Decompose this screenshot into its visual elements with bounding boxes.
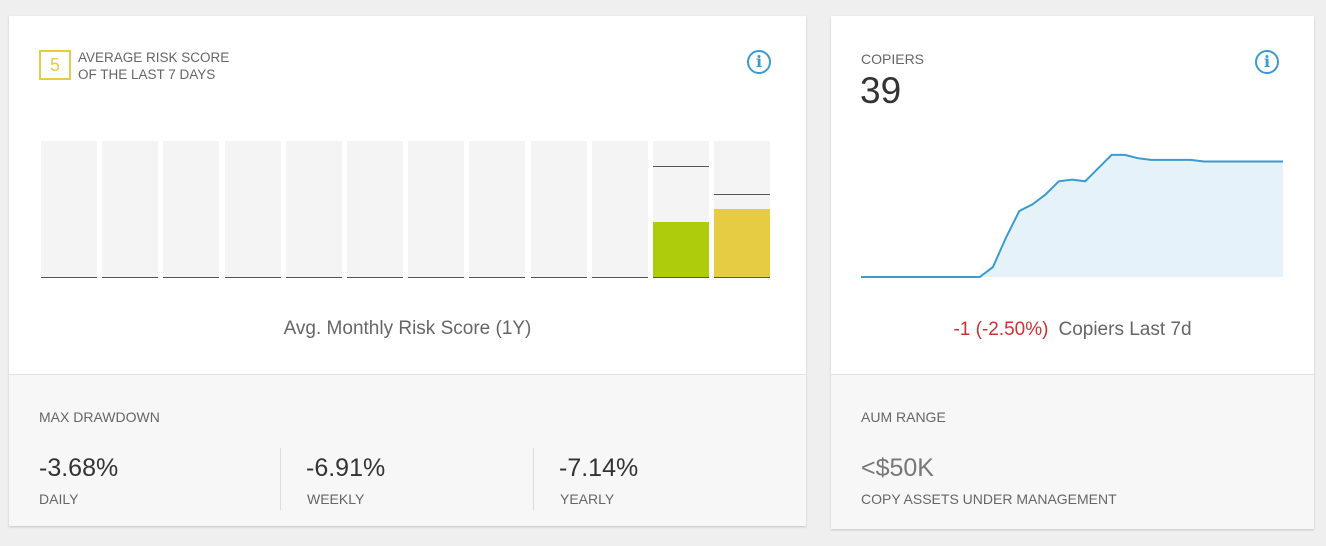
yearly-drawdown-label: YEARLY xyxy=(560,491,615,507)
risk-bar xyxy=(163,141,220,278)
risk-bar-marker xyxy=(714,193,771,195)
risk-bar-marker xyxy=(653,166,709,168)
risk-chart-caption: Avg. Monthly Risk Score (1Y) xyxy=(283,318,532,339)
copiers-change-value: -1 (-2.50%) xyxy=(953,319,1049,340)
copiers-area-fill xyxy=(861,154,1283,277)
risk-bar xyxy=(224,141,281,278)
risk-bar xyxy=(41,141,97,278)
monthly-risk-bar-chart xyxy=(41,141,771,278)
aum-range-label: AUM RANGE xyxy=(861,409,946,425)
risk-score-title: AVERAGE RISK SCORE OF THE LAST 7 DAYS xyxy=(78,50,230,82)
aum-description: COPY ASSETS UNDER MANAGEMENT xyxy=(861,491,1117,507)
aum-section: AUM RANGE <$50K COPY ASSETS UNDER MANAGE… xyxy=(831,374,1314,529)
weekly-drawdown-value: -6.91% xyxy=(306,454,386,482)
risk-bar-fill xyxy=(714,208,771,277)
info-icon[interactable]: i xyxy=(747,50,771,74)
risk-bar xyxy=(408,141,465,278)
copiers-change-row: -1 (-2.50%) Copiers Last 7d xyxy=(831,319,1314,341)
max-drawdown-label: MAX DRAWDOWN xyxy=(39,409,160,425)
risk-bar xyxy=(653,141,709,278)
risk-bar xyxy=(102,141,159,278)
risk-bar xyxy=(347,141,403,278)
copiers-change-label: Copiers Last 7d xyxy=(1058,319,1192,340)
risk-bar xyxy=(591,141,648,278)
daily-drawdown-label: DAILY xyxy=(39,491,79,507)
yearly-drawdown-value: -7.14% xyxy=(559,454,639,482)
copiers-area-chart xyxy=(861,153,1283,278)
risk-score-card: 5 AVERAGE RISK SCORE OF THE LAST 7 DAYS … xyxy=(9,16,806,526)
copiers-label: COPIERS xyxy=(861,51,925,67)
risk-bar xyxy=(285,141,342,278)
max-drawdown-section: MAX DRAWDOWN -3.68% DAILY -6.91% WEEKLY … xyxy=(9,374,806,526)
info-icon[interactable]: i xyxy=(1255,50,1279,74)
copiers-count: 39 xyxy=(860,70,902,111)
copiers-card: COPIERS 39 i -1 (-2.50%) Copiers Last 7d … xyxy=(831,16,1314,529)
aum-range-value: <$50K xyxy=(861,454,934,482)
daily-drawdown-value: -3.68% xyxy=(39,454,119,482)
risk-bar xyxy=(530,141,587,278)
risk-bar xyxy=(469,141,526,278)
divider xyxy=(533,448,534,510)
risk-bar-fill xyxy=(653,222,709,277)
risk-score-badge: 5 xyxy=(39,50,71,80)
risk-bar xyxy=(714,141,771,278)
divider xyxy=(280,448,281,510)
weekly-drawdown-label: WEEKLY xyxy=(307,491,365,507)
